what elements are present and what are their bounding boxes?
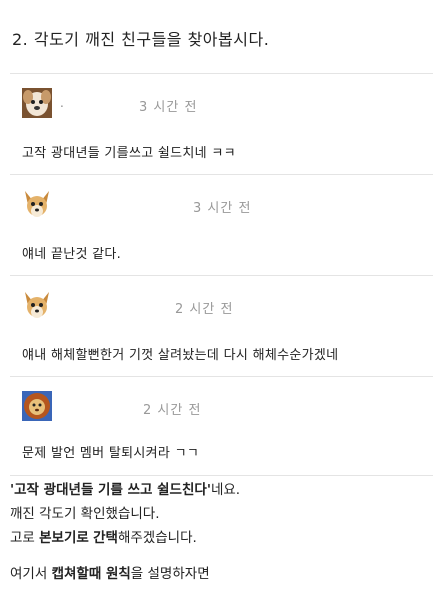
comment-list: . 3 시간 전 고작 광대년들 기를쓰고 쉴드치네 ㅋㅋ 3 시간 전 얘네 (10, 73, 433, 476)
comment-time: 2 시간 전 (143, 403, 202, 418)
comment-item: 3 시간 전 얘네 끝난것 같다. (10, 175, 433, 276)
line3-suffix: 해주겠습니다. (117, 530, 197, 546)
comment-time: 2 시간 전 (175, 302, 234, 317)
chihuahua-icon[interactable] (22, 189, 52, 219)
quoted-comment: 고작 광대년들 기를 쓰고 쉴드친다 (14, 482, 207, 498)
page-heading: 2. 각도기 깨진 친구들을 찾아봅시다. (12, 30, 270, 49)
body-line-3: 고로 본보기로 간택해주겠습니다. (10, 526, 430, 550)
comment-text: 고작 광대년들 기를쓰고 쉴드치네 ㅋㅋ (22, 146, 236, 161)
body-line-4: 여기서 캡쳐할때 원칙을 설명하자면 (10, 562, 430, 586)
comment-time: 3 시간 전 (139, 100, 198, 115)
line4-suffix: 을 설명하자면 (130, 566, 210, 582)
line4-prefix: 여기서 (10, 566, 52, 582)
chihuahua-icon[interactable] (22, 290, 52, 320)
line1-suffix: 네요. (210, 482, 241, 498)
comment-time: 3 시간 전 (193, 201, 252, 216)
comment-item: 2 시간 전 얘내 해체할뻔한거 기껏 살려놨는데 다시 해체수순가겠네 (10, 276, 433, 377)
comment-text: 문제 발언 멤버 탈퇴시켜라 ㄱㄱ (22, 446, 200, 461)
line4-bold: 캡쳐할때 원칙 (51, 566, 131, 582)
body-line-1: '고작 광대년들 기를 쓰고 쉴드친다'네요. (10, 478, 430, 502)
author-name: . (60, 96, 64, 110)
dog-puppy-icon[interactable] (22, 88, 52, 118)
comment-item: . 3 시간 전 고작 광대년들 기를쓰고 쉴드치네 ㅋㅋ (10, 74, 433, 175)
line3-bold-2: 간택 (93, 530, 118, 546)
article-body: '고작 광대년들 기를 쓰고 쉴드친다'네요. 깨진 각도기 확인했습니다. 고… (10, 478, 430, 586)
lion-icon[interactable] (22, 391, 52, 421)
comment-text: 얘네 끝난것 같다. (22, 247, 122, 262)
body-line-2: 깨진 각도기 확인했습니다. (10, 506, 160, 522)
page: 2. 각도기 깨진 친구들을 찾아봅시다. . 3 시간 전 고작 광대년들 기… (0, 0, 433, 608)
comment-text: 얘내 해체할뻔한거 기껏 살려놨는데 다시 해체수순가겠네 (22, 348, 339, 363)
line3-bold-1: 본보기로 (39, 530, 89, 546)
comment-item: 2 시간 전 문제 발언 멤버 탈퇴시켜라 ㄱㄱ (10, 377, 433, 476)
line3-prefix: 고로 (10, 530, 40, 546)
